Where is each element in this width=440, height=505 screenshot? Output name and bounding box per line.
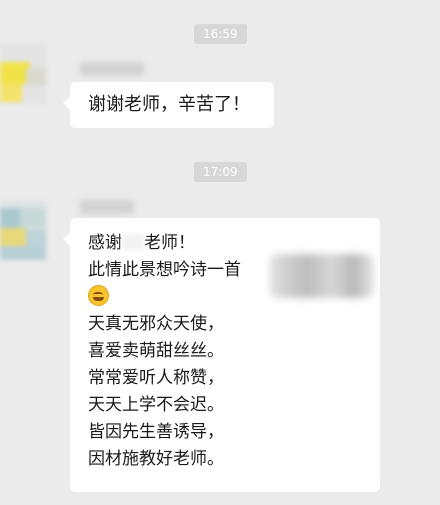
poem-line: 常常爱听人称赞， (88, 368, 224, 388)
poem-line: 天天上学不会迟。 (88, 395, 224, 415)
grinning-face-emoji-icon (88, 285, 109, 306)
timestamp: 16:59 (194, 24, 247, 44)
redacted-name (122, 234, 144, 250)
message-bubble[interactable]: 感谢 老师！ 此情此景想吟诗一首 天真无邪众天使， 喜爱卖萌甜丝丝。 常常爱听人称… (63, 218, 380, 492)
poem-line: 因材施教好老师。 (88, 449, 224, 469)
sender-name-redacted (80, 200, 134, 214)
sender-name-redacted (80, 62, 144, 76)
sender-avatar[interactable] (0, 200, 46, 260)
message-text: 谢谢老师，辛苦了！ (88, 94, 250, 115)
message-line (88, 284, 241, 311)
message-line: 此情此景想吟诗一首 (88, 260, 241, 280)
poem-line: 天真无邪众天使， (88, 314, 224, 334)
message-text: 感谢 (88, 233, 122, 253)
message-bubble[interactable]: 谢谢老师，辛苦了！ (63, 82, 274, 128)
message-text: 老师！ (144, 233, 195, 253)
poem-line: 皆因先生善诱导， (88, 422, 224, 442)
sender-avatar[interactable] (0, 44, 46, 104)
chat-screen[interactable]: 16:59 谢谢老师，辛苦了！ 17:09 感谢 老师！ 此情此景想吟诗一首 天真… (0, 0, 440, 505)
timestamp: 17:09 (194, 162, 247, 182)
redacted-content (270, 254, 374, 298)
message-text-block: 感谢 老师！ 此情此景想吟诗一首 天真无邪众天使， 喜爱卖萌甜丝丝。 常常爱听人称… (88, 230, 241, 473)
poem-line: 喜爱卖萌甜丝丝。 (88, 341, 224, 361)
message-line: 感谢 老师！ (88, 230, 241, 257)
